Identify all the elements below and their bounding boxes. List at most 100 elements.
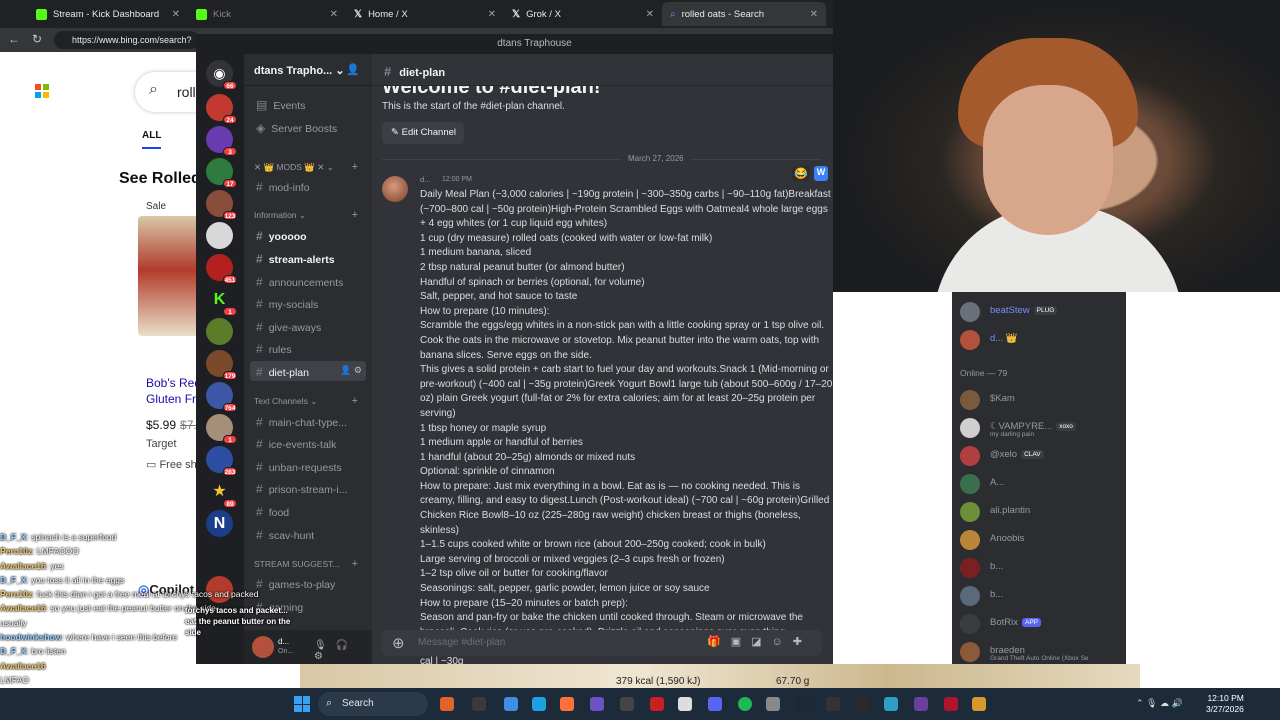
windows-start-icon[interactable] bbox=[294, 696, 310, 712]
app-icon[interactable] bbox=[440, 697, 454, 711]
back-icon[interactable]: ← bbox=[8, 32, 20, 46]
laughing-emoji-icon[interactable]: 😂 bbox=[792, 166, 810, 181]
app-icon[interactable] bbox=[972, 697, 986, 711]
kick-server-icon[interactable]: K1 bbox=[206, 286, 237, 316]
steam-icon[interactable] bbox=[796, 697, 810, 711]
channel-unban-requests[interactable]: # unban-requests bbox=[250, 456, 366, 476]
server-icon[interactable] bbox=[206, 222, 233, 249]
w-emoji-icon[interactable]: W bbox=[813, 166, 829, 181]
close-icon[interactable]: ✕ bbox=[172, 9, 180, 20]
server-icon[interactable]: 451 bbox=[206, 254, 237, 284]
tab-home-x[interactable]: 𝕏 Home / X ✕ bbox=[346, 2, 504, 26]
taskbar-search[interactable]: ⌕ Search bbox=[318, 692, 428, 716]
edge-icon[interactable] bbox=[532, 697, 546, 711]
composer-tools[interactable]: 🎁▣◪☺✚ bbox=[707, 635, 812, 648]
close-icon[interactable]: ✕ bbox=[488, 9, 496, 20]
user-controls[interactable]: 🎙🎧 ⚙ bbox=[314, 640, 372, 662]
app-icon[interactable] bbox=[472, 697, 486, 711]
server-icon[interactable]: 1 bbox=[206, 414, 237, 444]
member-item[interactable]: ☾VAMPYRE... xoxo my darling pain bbox=[960, 416, 1126, 440]
member-item[interactable]: $Kam bbox=[960, 388, 1126, 412]
microsoft-logo-icon[interactable] bbox=[35, 84, 49, 98]
channel-main-chat[interactable]: # main-chat-type... bbox=[250, 411, 366, 431]
tab-kick[interactable]: Kick ✕ bbox=[188, 2, 346, 26]
server-icon[interactable] bbox=[206, 318, 233, 345]
emoji-icon[interactable]: ☺ bbox=[772, 636, 793, 648]
channel-ice-events-talk[interactable]: # ice-events-talk bbox=[250, 433, 366, 453]
member-item[interactable]: b... bbox=[960, 556, 1126, 580]
member-item[interactable]: beatStew PLUG bbox=[960, 300, 1126, 324]
taskbar-clock[interactable]: 12:10 PM 3/27/2026 bbox=[1206, 693, 1244, 715]
obs-icon[interactable] bbox=[856, 697, 870, 711]
channel-announcements[interactable]: # announcements bbox=[250, 271, 366, 291]
channel-food[interactable]: # food bbox=[250, 501, 366, 521]
member-item[interactable]: A... bbox=[960, 472, 1126, 496]
member-item[interactable]: d... 👑 bbox=[960, 328, 1126, 352]
channel-rules[interactable]: # rules bbox=[250, 338, 366, 358]
member-item[interactable]: @xelo CLAV bbox=[960, 444, 1126, 468]
member-item[interactable]: braeden Grand Theft Auto Online (Xbox Se bbox=[960, 640, 1126, 664]
avatar[interactable] bbox=[382, 176, 408, 202]
tab-kick-dashboard[interactable]: Stream - Kick Dashboard ✕ bbox=[28, 2, 188, 26]
member-item[interactable]: ali.plantin bbox=[960, 500, 1126, 524]
server-icon[interactable]: 179 bbox=[206, 350, 237, 380]
server-icon[interactable]: 283 bbox=[206, 446, 237, 476]
server-header[interactable]: dtans Trapho... ⌄ 👤 bbox=[244, 54, 372, 86]
channel-give-aways[interactable]: # give-aways bbox=[250, 316, 366, 336]
app-icon[interactable] bbox=[826, 697, 840, 711]
add-member-icon[interactable]: 👤 bbox=[346, 63, 360, 76]
server-icon[interactable]: 123 bbox=[206, 190, 237, 220]
channel-settings-icon[interactable]: 👤 ⚙ bbox=[340, 365, 362, 376]
tab-all[interactable]: ALL bbox=[142, 130, 162, 149]
close-icon[interactable]: ✕ bbox=[646, 9, 654, 20]
add-channel-icon[interactable]: + bbox=[352, 558, 358, 570]
add-attachment-icon[interactable]: ⊕ bbox=[392, 634, 405, 652]
edit-channel-button[interactable]: ✎ Edit Channel bbox=[382, 122, 464, 144]
discord-icon[interactable] bbox=[708, 697, 722, 711]
close-icon[interactable]: ✕ bbox=[810, 9, 818, 20]
app-icon[interactable] bbox=[590, 697, 604, 711]
server-icon[interactable]: 3 bbox=[206, 126, 237, 156]
category-text-channels[interactable]: Text Channels ⌄ + bbox=[254, 395, 364, 407]
microphone-icon[interactable]: 🎙 bbox=[314, 640, 336, 651]
gif-icon[interactable]: ▣ bbox=[731, 636, 751, 648]
reload-icon[interactable]: ↻ bbox=[32, 32, 42, 46]
fx-icon[interactable] bbox=[914, 697, 928, 711]
app-icon[interactable] bbox=[620, 697, 634, 711]
app-icon[interactable] bbox=[650, 697, 664, 711]
address-bar[interactable]: https://www.bing.com/search? bbox=[54, 31, 199, 49]
close-icon[interactable]: ✕ bbox=[330, 9, 338, 20]
member-item[interactable]: b... bbox=[960, 584, 1126, 608]
channel-prison-stream[interactable]: # prison-stream-i... bbox=[250, 478, 366, 498]
gear-icon[interactable]: ⚙ bbox=[314, 651, 332, 662]
sticker-icon[interactable]: ◪ bbox=[751, 636, 771, 648]
apps-icon[interactable]: ✚ bbox=[793, 636, 812, 648]
channel-yooooo[interactable]: # yooooo bbox=[250, 225, 366, 245]
category-information[interactable]: Information ⌄ + bbox=[254, 209, 364, 221]
add-channel-icon[interactable]: + bbox=[352, 209, 358, 221]
app-icon[interactable] bbox=[504, 697, 518, 711]
firefox-icon[interactable] bbox=[560, 697, 574, 711]
server-icon[interactable]: 24 bbox=[206, 94, 237, 124]
product-image[interactable] bbox=[138, 216, 198, 336]
server-boosts-item[interactable]: ◈ Server Boosts bbox=[250, 117, 366, 137]
channel-my-socials[interactable]: # my-socials bbox=[250, 293, 366, 313]
add-channel-icon[interactable]: + bbox=[352, 161, 358, 173]
valorant-icon[interactable] bbox=[944, 697, 958, 711]
star-server-icon[interactable]: ★ 89 bbox=[206, 478, 237, 508]
member-item[interactable]: Anoobis bbox=[960, 528, 1126, 552]
message-input[interactable]: ⊕ Message #diet-plan 🎁▣◪☺✚ bbox=[382, 630, 822, 656]
tab-grok[interactable]: 𝕏 Grok / X ✕ bbox=[504, 2, 662, 26]
app-icon[interactable] bbox=[884, 697, 898, 711]
server-icon[interactable]: 17 bbox=[206, 158, 237, 188]
tab-rolled-oats-search[interactable]: ⌕ rolled oats - Search ✕ bbox=[662, 2, 826, 26]
category-mods[interactable]: ✕ 👑 MODS 👑 ✕ ⌄ + bbox=[254, 161, 364, 173]
app-icon[interactable] bbox=[678, 697, 692, 711]
channel-mod-info[interactable]: # mod-info bbox=[250, 176, 366, 196]
discord-home-icon[interactable]: ◉ 66 bbox=[206, 60, 237, 90]
message-author[interactable]: d... bbox=[420, 175, 430, 184]
member-item[interactable]: BotRix APP bbox=[960, 612, 1126, 636]
gift-icon[interactable]: 🎁 bbox=[707, 636, 731, 648]
system-tray[interactable]: ⌃ 🎙 ☁ 🔊 bbox=[1136, 698, 1183, 709]
server-icon[interactable]: 764 bbox=[206, 382, 237, 412]
